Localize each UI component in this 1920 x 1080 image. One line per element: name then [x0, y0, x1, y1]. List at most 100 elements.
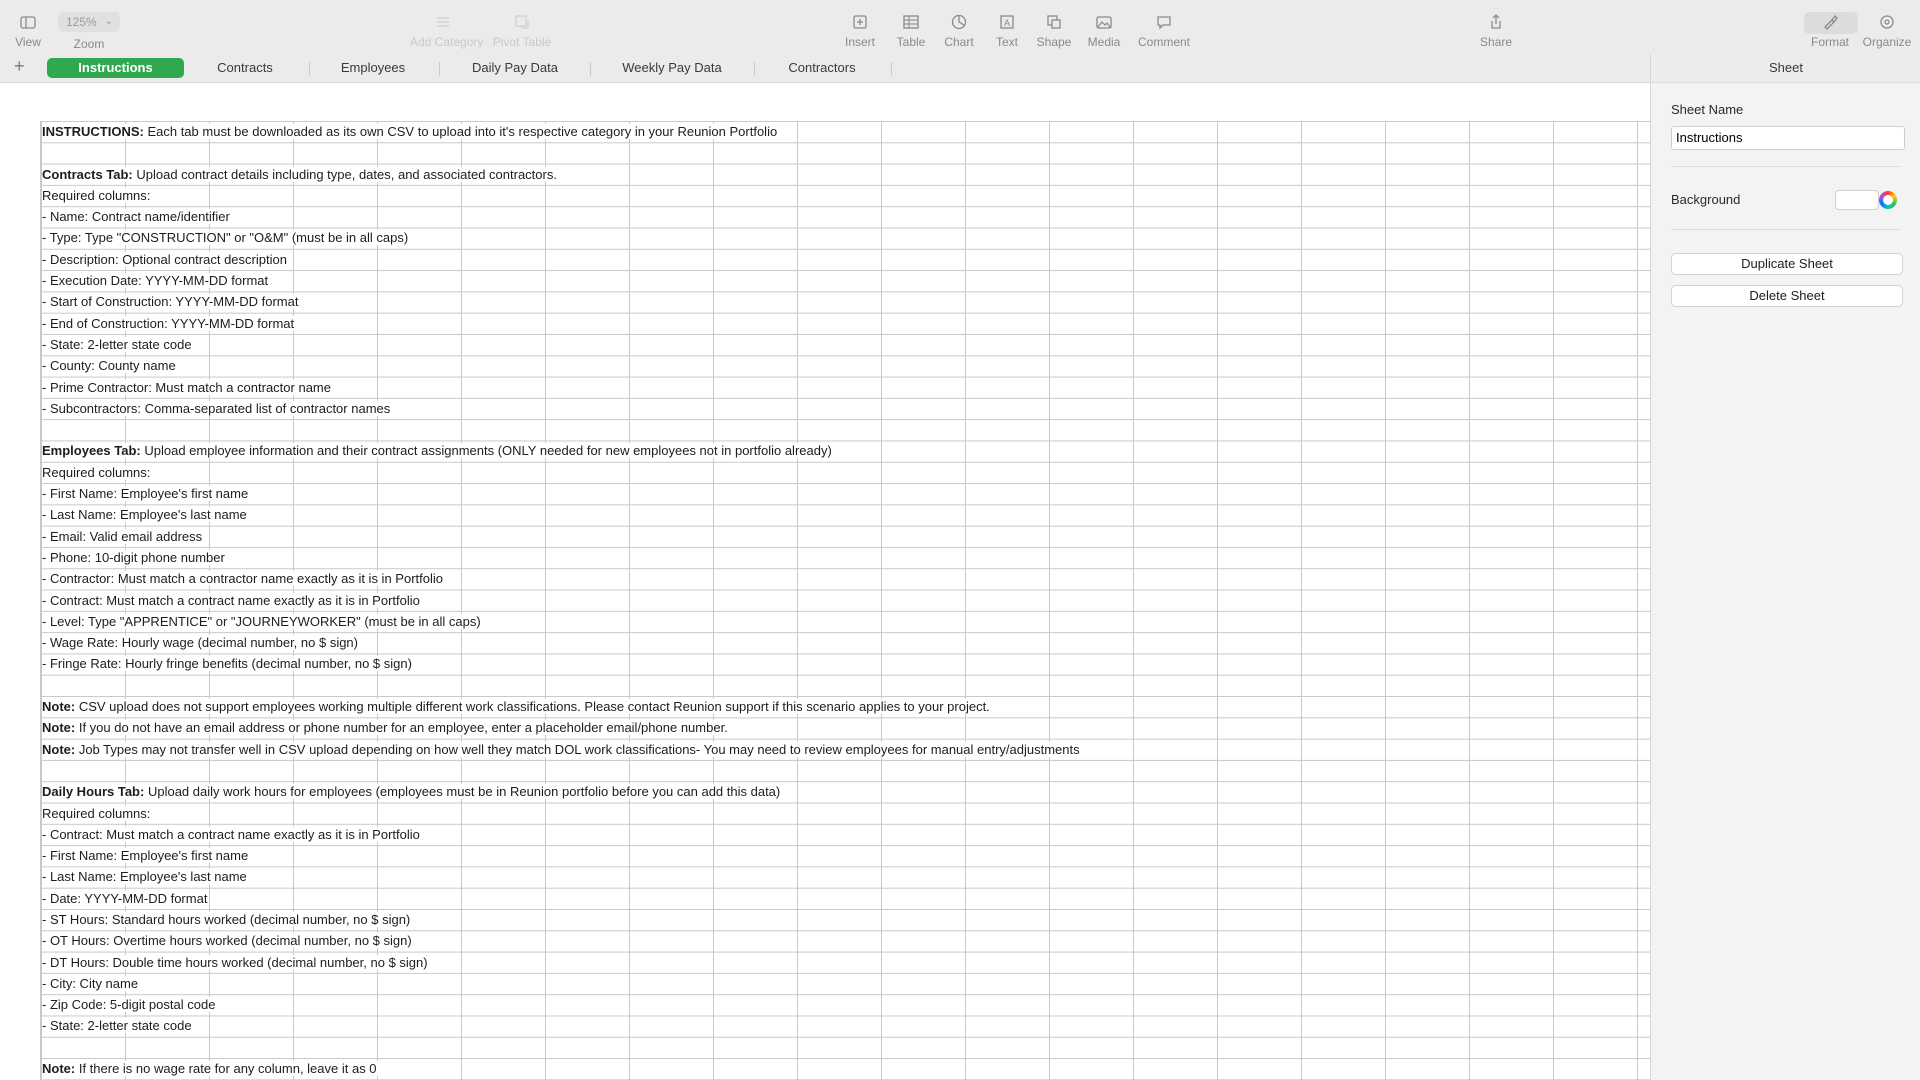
zoom-select[interactable]: 125% ⌄ [58, 12, 120, 32]
media-button[interactable]: Media [1071, 12, 1137, 49]
pivot-table-button[interactable]: Pivot Table [489, 12, 555, 49]
add-sheet-icon[interactable]: + [14, 56, 25, 77]
comment-button[interactable]: Comment [1131, 12, 1197, 49]
table-row[interactable]: Note: If you do not have an email addres… [40, 717, 1650, 738]
duplicate-sheet-button[interactable]: Duplicate Sheet [1671, 253, 1903, 275]
cell-text: Note: If there is no wage rate for any c… [42, 1061, 379, 1077]
cell-body-text: - Contract: Must match a contract name e… [42, 826, 420, 842]
share-button[interactable]: Share [1463, 12, 1529, 49]
comment-icon [1157, 16, 1171, 30]
table-row[interactable]: - Zip Code: 5-digit postal code [40, 994, 1650, 1015]
table-row[interactable]: - Subcontractors: Comma-separated list o… [40, 398, 1650, 419]
color-wheel-icon[interactable] [1879, 191, 1897, 209]
table-row[interactable]: INSTRUCTIONS: Each tab must be downloade… [40, 121, 1650, 142]
sheet-tabs-bar: + Instructions Contracts Employees Daily… [0, 54, 1650, 83]
cell-body-text: Each tab must be downloaded as its own C… [143, 124, 778, 139]
cell-body-text: - First Name: Employee's first name [42, 486, 249, 502]
table-row[interactable]: - Contractor: Must match a contractor na… [40, 568, 1650, 589]
cell-text: - Execution Date: YYYY-MM-DD format [42, 273, 271, 289]
tab-contracts[interactable]: Contracts [190, 58, 300, 78]
sheet-name-input[interactable] [1671, 126, 1905, 150]
table-row[interactable] [40, 419, 1650, 440]
table-row[interactable]: Contracts Tab: Upload contract details i… [40, 164, 1650, 185]
table-row[interactable]: - State: 2-letter state code [40, 334, 1650, 355]
table-row[interactable]: - DT Hours: Double time hours worked (de… [40, 952, 1650, 973]
table-row[interactable]: - Email: Valid email address [40, 526, 1650, 547]
cell-text: - ST Hours: Standard hours worked (decim… [42, 911, 413, 927]
cell-bold-heading: INSTRUCTIONS: [42, 124, 144, 139]
cell-text: - Level: Type "APPRENTICE" or "JOURNEYWO… [42, 613, 483, 629]
table-row[interactable]: - ST Hours: Standard hours worked (decim… [40, 909, 1650, 930]
table-row[interactable] [40, 142, 1650, 163]
table-row[interactable]: - County: County name [40, 355, 1650, 376]
cell-text: - OT Hours: Overtime hours worked (decim… [42, 933, 414, 949]
table-row[interactable]: - Type: Type "CONSTRUCTION" or "O&M" (mu… [40, 227, 1650, 248]
tab-weekly-pay-data[interactable]: Weekly Pay Data [596, 58, 748, 78]
table-row[interactable]: - Execution Date: YYYY-MM-DD format [40, 270, 1650, 291]
list-icon [437, 17, 449, 27]
zoom-label: Zoom [73, 37, 105, 51]
table-row[interactable] [40, 675, 1650, 696]
cell-text: - Last Name: Employee's last name [42, 869, 249, 885]
cell-text: - Last Name: Employee's last name [42, 507, 249, 523]
table-row[interactable]: Required columns: [40, 185, 1650, 206]
tab-separator [754, 62, 755, 76]
cell-text: - Date: YYYY-MM-DD format [42, 890, 210, 906]
chevron-down-icon: ⌄ [104, 16, 113, 27]
table-row[interactable]: - Date: YYYY-MM-DD format [40, 888, 1650, 909]
cell-text: Required columns: [42, 187, 153, 203]
table-row[interactable]: - Prime Contractor: Must match a contrac… [40, 377, 1650, 398]
table-row[interactable]: - Fringe Rate: Hourly fringe benefits (d… [40, 653, 1650, 674]
table-row[interactable]: - Phone: 10-digit phone number [40, 547, 1650, 568]
add-category-button[interactable]: Add Category [410, 12, 483, 49]
table-row[interactable]: - First Name: Employee's first name [40, 845, 1650, 866]
table-row[interactable]: - Start of Construction: YYYY-MM-DD form… [40, 291, 1650, 312]
cell-bold-heading: Note: [42, 741, 76, 757]
table-row[interactable]: - End of Construction: YYYY-MM-DD format [40, 313, 1650, 334]
table-row[interactable]: Note: If there is no wage rate for any c… [40, 1058, 1650, 1079]
cell-body-text: Job Types may not transfer well in CSV u… [75, 741, 1080, 757]
table-row[interactable]: Required columns: [40, 803, 1650, 824]
cell-text: - City: City name [42, 975, 141, 991]
delete-sheet-button[interactable]: Delete Sheet [1671, 285, 1903, 307]
background-color-well[interactable] [1835, 190, 1879, 210]
table-row[interactable]: - Wage Rate: Hourly wage (decimal number… [40, 632, 1650, 653]
cell-text: - Phone: 10-digit phone number [42, 549, 227, 565]
tab-separator [439, 62, 440, 76]
table-row[interactable]: - Contract: Must match a contract name e… [40, 590, 1650, 611]
table-row[interactable]: - First Name: Employee's first name [40, 483, 1650, 504]
tab-instructions[interactable]: Instructions [47, 58, 184, 78]
cell-body-text: - Wage Rate: Hourly wage (decimal number… [42, 635, 358, 651]
cell-body-text: - Fringe Rate: Hourly fringe benefits (d… [42, 656, 412, 672]
cell-text: - Contractor: Must match a contractor na… [42, 571, 445, 587]
divider [1671, 229, 1901, 230]
table-row[interactable]: - Level: Type "APPRENTICE" or "JOURNEYWO… [40, 611, 1650, 632]
tab-daily-pay-data[interactable]: Daily Pay Data [445, 58, 585, 78]
table-row[interactable]: - OT Hours: Overtime hours worked (decim… [40, 930, 1650, 951]
organize-button[interactable]: Organize [1854, 12, 1920, 49]
table-row[interactable] [40, 1037, 1650, 1058]
table-row[interactable] [40, 760, 1650, 781]
cell-text: - Subcontractors: Comma-separated list o… [42, 400, 393, 416]
view-button[interactable]: View [0, 12, 61, 49]
table-row[interactable]: Note: Job Types may not transfer well in… [40, 739, 1650, 760]
cell-body-text: Upload contract details including type, … [132, 166, 557, 182]
table-row[interactable]: Daily Hours Tab: Upload daily work hours… [40, 781, 1650, 802]
table-row[interactable]: Employees Tab: Upload employee informati… [40, 440, 1650, 461]
tab-employees[interactable]: Employees [315, 58, 431, 78]
tab-contractors[interactable]: Contractors [760, 58, 884, 78]
sheet-canvas[interactable]: INSTRUCTIONS: Each tab must be downloade… [0, 83, 1650, 1080]
table-row[interactable]: Required columns: [40, 462, 1650, 483]
table-row[interactable]: - Name: Contract name/identifier [40, 206, 1650, 227]
table-row[interactable]: - Description: Optional contract descrip… [40, 249, 1650, 270]
table-row[interactable]: - State: 2-letter state code [40, 1015, 1650, 1036]
table-row[interactable]: - Last Name: Employee's last name [40, 866, 1650, 887]
pivot-table-label: Pivot Table [492, 35, 552, 49]
table-row[interactable]: Note: CSV upload does not support employ… [40, 696, 1650, 717]
table-row[interactable]: - Last Name: Employee's last name [40, 504, 1650, 525]
cell-bold-heading: Note: [42, 699, 76, 715]
table-row[interactable]: - Contract: Must match a contract name e… [40, 824, 1650, 845]
cell-body-text: - Last Name: Employee's last name [42, 507, 247, 523]
table-row[interactable]: - City: City name [40, 973, 1650, 994]
cell-text: - Email: Valid email address [42, 528, 205, 544]
